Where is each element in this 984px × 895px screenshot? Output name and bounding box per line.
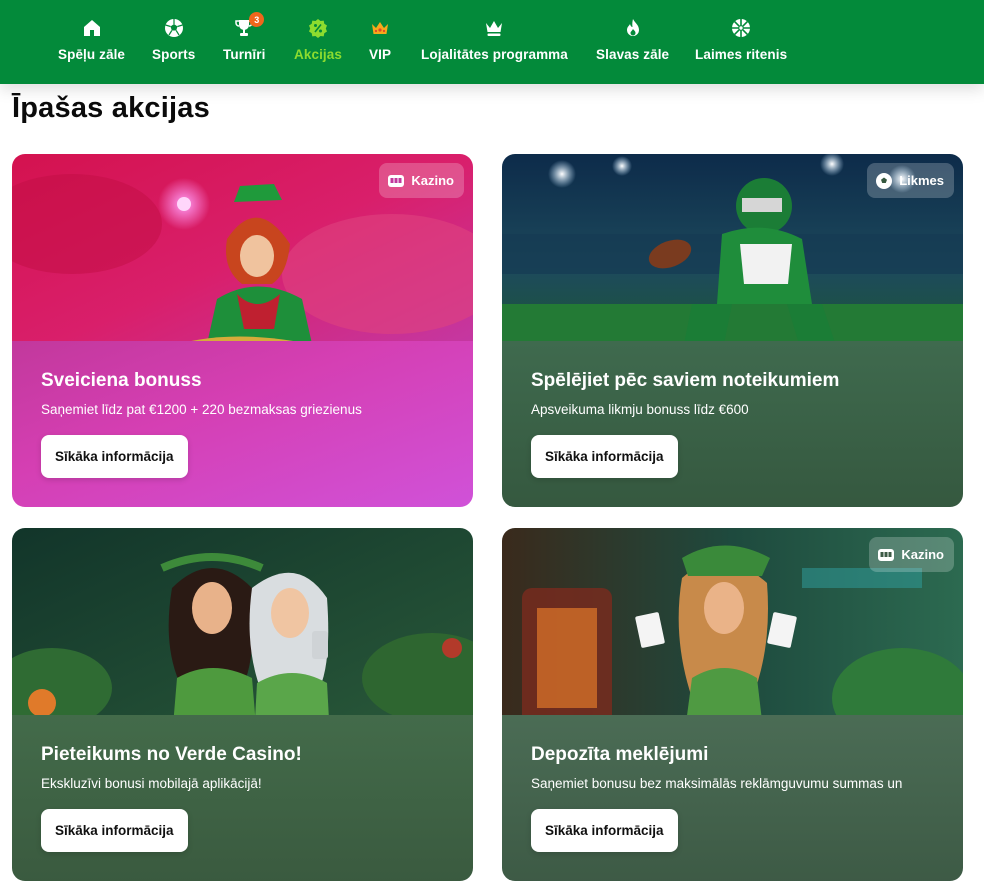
promo-card-sports-bonus[interactable]: Likmes Spēlējiet pēc saviem noteikumiem …	[502, 154, 963, 507]
promo-card-welcome-bonus[interactable]: Kazino Sveiciena bonuss Saņemiet līdz pa…	[12, 154, 473, 507]
soccer-ball-icon	[164, 18, 184, 38]
promo-card-body	[12, 341, 473, 507]
trophy-icon: 3	[234, 12, 265, 38]
more-info-button[interactable]: Sīkāka informācija	[41, 435, 188, 478]
promo-card-mobile-app[interactable]: Pieteikums no Verde Casino! Ekskluzīvi b…	[12, 528, 473, 881]
category-tag-label: Kazino	[411, 173, 454, 188]
promo-card-description: Ekskluzīvi bonusi mobilajā aplikācijā!	[41, 776, 262, 791]
nav-label: Slavas zāle	[596, 47, 670, 62]
wheel-icon	[731, 18, 751, 38]
crown-outline-icon	[484, 18, 504, 38]
promo-card-description: Saņemiet līdz pat €1200 + 220 bezmaksas …	[41, 402, 362, 417]
promo-card-image	[12, 528, 473, 738]
category-tag-label: Likmes	[899, 173, 944, 188]
nav-item-promotions[interactable]: Akcijas	[294, 18, 342, 68]
more-info-button[interactable]: Sīkāka informācija	[531, 435, 678, 478]
nav-item-sports[interactable]: Sports	[152, 18, 195, 68]
nav-item-wheel-of-fortune[interactable]: Laimes ritenis	[695, 18, 787, 68]
flame-icon	[623, 18, 643, 38]
nav-item-game-hall[interactable]: Spēļu zāle	[58, 18, 125, 68]
nav-item-vip[interactable]: VIP	[369, 18, 391, 68]
more-info-button[interactable]: Sīkāka informācija	[531, 809, 678, 852]
nav-label: Turnīri	[223, 47, 266, 62]
category-tag-label: Kazino	[901, 547, 944, 562]
tournaments-count-badge: 3	[249, 12, 265, 27]
nav-item-loyalty-program[interactable]: Lojalitātes programma	[421, 18, 568, 68]
nav-label: Lojalitātes programma	[421, 47, 568, 62]
promo-card-description: Saņemiet bonusu bez maksimālās reklāmguv…	[531, 776, 903, 791]
promo-card-description: Apsveikuma likmju bonuss līdz €600	[531, 402, 749, 417]
nav-item-hall-of-fame[interactable]: Slavas zāle	[596, 18, 669, 68]
nav-label: Akcijas	[294, 47, 342, 62]
home-icon	[82, 18, 102, 38]
nav-label: Laimes ritenis	[695, 47, 788, 62]
slot-machine-icon	[388, 174, 405, 187]
nav-label: Spēļu zāle	[58, 47, 126, 62]
category-tag-casino: Kazino	[869, 537, 954, 572]
promo-card-title: Pieteikums no Verde Casino!	[41, 744, 302, 765]
promo-card-body	[502, 341, 963, 507]
top-navigation: Spēļu zāle Sports 3 Turnīri Akcijas VIP …	[0, 0, 984, 84]
more-info-button[interactable]: Sīkāka informācija	[41, 809, 188, 852]
promo-card-body	[12, 715, 473, 881]
crown-icon	[370, 18, 390, 38]
page-title: Īpašas akcijas	[12, 92, 210, 124]
slot-machine-icon	[878, 548, 895, 561]
category-tag-casino: Kazino	[379, 163, 464, 198]
nav-item-tournaments[interactable]: 3 Turnīri	[223, 12, 266, 68]
percent-badge-icon	[308, 18, 328, 38]
promo-card-title: Depozīta meklējumi	[531, 744, 709, 765]
category-tag-betting: Likmes	[867, 163, 954, 198]
promo-card-title: Sveiciena bonuss	[41, 370, 202, 391]
nav-label: Sports	[152, 47, 196, 62]
nav-label: VIP	[369, 47, 392, 62]
promo-card-title: Spēlējiet pēc saviem noteikumiem	[531, 370, 840, 391]
promo-card-body	[502, 715, 963, 881]
soccer-ball-icon	[876, 172, 893, 189]
promo-card-deposit-quests[interactable]: Kazino Depozīta meklējumi Saņemiet bonus…	[502, 528, 963, 881]
